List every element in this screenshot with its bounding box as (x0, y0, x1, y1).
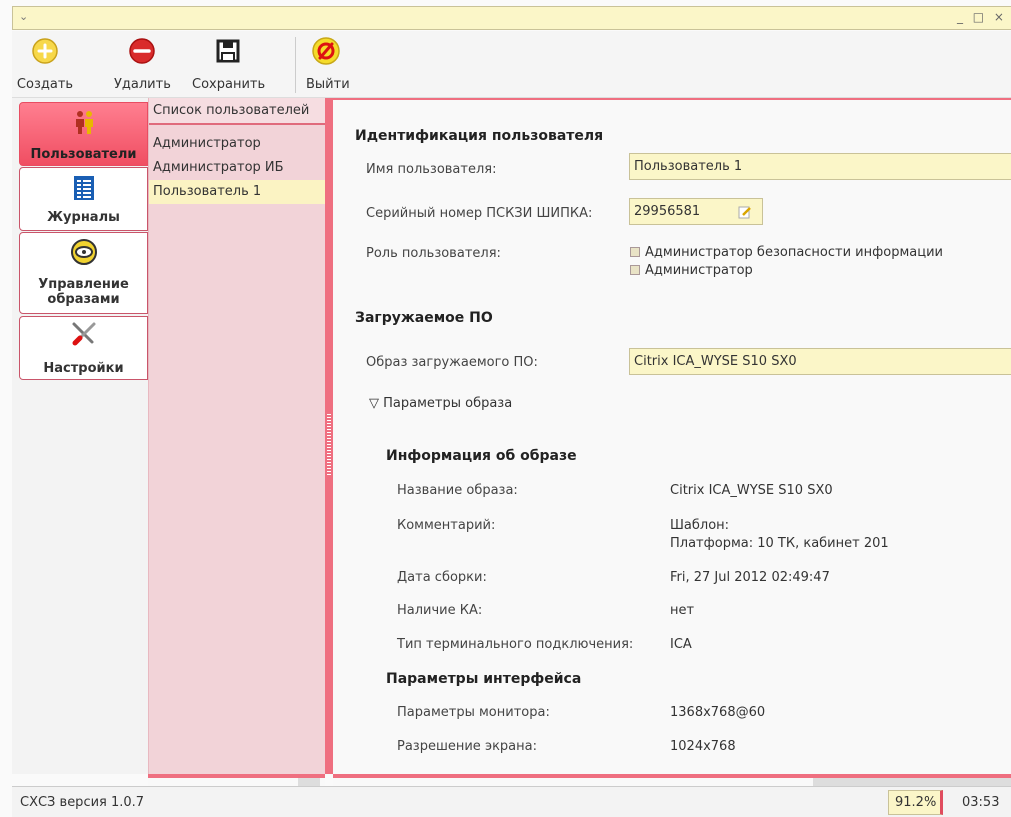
username-label: Имя пользователя: (366, 162, 497, 177)
section-nav: Пользователи Журналы Управление образами… (12, 98, 148, 774)
window-menu-icon[interactable]: ⌄ (19, 10, 28, 23)
identification-heading: Идентификация пользователя (355, 128, 604, 144)
nav-logs[interactable]: Журналы (19, 167, 148, 231)
tools-icon (72, 322, 95, 346)
nav-users[interactable]: Пользователи (19, 102, 148, 166)
status-bar: СХСЗ версия 1.0.7 91.2% 03:53 (12, 786, 1011, 817)
image-info-heading: Информация об образе (386, 448, 577, 464)
floppy-disk-icon (216, 39, 240, 63)
scroll-thumb[interactable] (813, 778, 1011, 786)
exit-label: Выйти (306, 77, 350, 92)
create-label: Создать (16, 77, 74, 92)
usage-percent: 91.2% (888, 790, 943, 815)
details-hscrollbar[interactable] (333, 774, 1011, 786)
resolution-value: 1024x768 (670, 739, 736, 754)
window-titlebar: ⌄ _ □ × (12, 6, 1011, 30)
image-name-value: Citrix ICA_WYSE S10 SX0 (670, 483, 833, 498)
nav-settings-label: Настройки (43, 361, 124, 376)
interface-params-heading: Параметры интерфейса (386, 671, 582, 687)
role-option-security-admin[interactable]: Администратор безопасности информации (630, 245, 943, 260)
nav-settings[interactable]: Настройки (19, 316, 148, 380)
image-params-toggle[interactable]: ▽ Параметры образа (369, 396, 512, 411)
nav-logs-label: Журналы (47, 210, 120, 225)
user-list-header: Список пользователей (149, 98, 326, 125)
user-list: Список пользователей Администратор Админ… (148, 98, 326, 774)
comment-value-line2: Платформа: 10 ТК, кабинет 201 (670, 536, 889, 551)
build-date-value: Fri, 27 Jul 2012 02:49:47 (670, 570, 830, 585)
delete-label: Удалить (114, 77, 171, 92)
image-name-label: Название образа: (397, 483, 518, 498)
clock: 03:53 (962, 795, 1000, 810)
user-list-item[interactable]: Администратор ИБ (149, 156, 326, 180)
disc-icon (70, 239, 97, 265)
users-icon (75, 111, 93, 134)
role-label: Роль пользователя: (366, 246, 501, 261)
scroll-thumb[interactable] (298, 778, 320, 786)
exit-button[interactable]: Выйти (306, 31, 350, 98)
user-list-hscrollbar[interactable] (148, 774, 325, 786)
ka-value: нет (670, 603, 695, 618)
checkbox[interactable] (630, 265, 640, 275)
journal-icon (73, 176, 94, 200)
splitter-grip[interactable] (327, 414, 331, 476)
edit-icon[interactable] (738, 205, 752, 219)
ka-label: Наличие КА: (397, 603, 483, 618)
save-button[interactable]: Сохранить (192, 31, 266, 98)
monitor-params-label: Параметры монитора: (397, 705, 550, 720)
version-text: СХСЗ версия 1.0.7 (20, 795, 145, 810)
serial-field[interactable]: 29956581 (629, 198, 763, 225)
create-button[interactable]: Создать (12, 31, 78, 98)
user-details-panel: Идентификация пользователя Имя пользоват… (333, 98, 1011, 774)
delete-button[interactable]: Удалить (114, 31, 171, 98)
window-controls[interactable]: _ □ × (957, 10, 1007, 24)
build-date-label: Дата сборки: (397, 570, 487, 585)
boot-image-select[interactable]: Citrix ICA_WYSE S10 SX0 (629, 348, 1011, 375)
pane-splitter[interactable] (325, 98, 333, 774)
comment-value-line1: Шаблон: (670, 518, 730, 533)
exit-icon (312, 37, 340, 65)
resolution-label: Разрешение экрана: (397, 739, 537, 754)
connection-type-label: Тип терминального подключения: (397, 637, 634, 652)
save-label: Сохранить (192, 77, 266, 92)
checkbox[interactable] (630, 247, 640, 257)
role-option-admin[interactable]: Администратор (630, 263, 753, 278)
boot-software-heading: Загружаемое ПО (355, 310, 493, 326)
serial-value: 29956581 (634, 204, 701, 219)
remove-icon (129, 38, 155, 64)
toolbar: Создать Удалить Сохранить Выйти (12, 31, 1011, 98)
comment-label: Комментарий: (397, 518, 496, 533)
serial-label: Серийный номер ПСКЗИ ШИПКА: (366, 206, 593, 221)
nav-images-label: Управление образами (38, 277, 129, 307)
boot-image-label: Образ загружаемого ПО: (366, 355, 538, 370)
add-icon (32, 38, 58, 64)
user-list-item-selected[interactable]: Пользователь 1 (149, 180, 326, 204)
user-list-item[interactable]: Администратор (149, 132, 326, 156)
nav-users-label: Пользователи (30, 147, 137, 162)
monitor-params-value: 1368x768@60 (670, 705, 766, 720)
toolbar-separator (295, 37, 296, 93)
nav-images[interactable]: Управление образами (19, 232, 148, 314)
username-field[interactable]: Пользователь 1 (629, 153, 1011, 180)
connection-type-value: ICA (670, 637, 692, 652)
